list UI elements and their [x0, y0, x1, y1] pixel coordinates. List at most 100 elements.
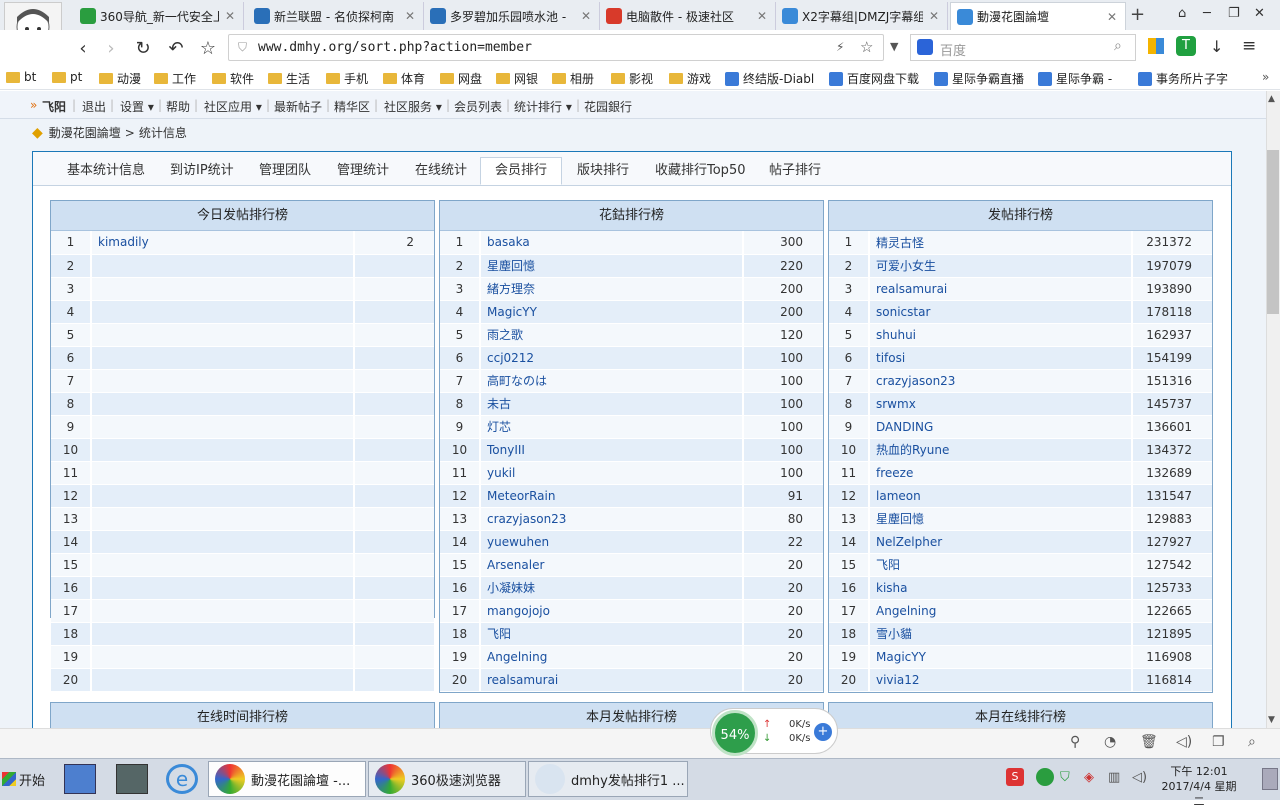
tab-close-icon[interactable]: ✕ — [929, 9, 939, 23]
member-link[interactable] — [91, 461, 355, 485]
new-tab-button[interactable]: + — [1130, 4, 1145, 25]
nav-elite[interactable]: 精华区 — [334, 98, 370, 115]
tab-close-icon[interactable]: ✕ — [1107, 10, 1117, 24]
member-link[interactable]: shuhui — [869, 323, 1133, 347]
bookmark-item[interactable]: 游戏 — [669, 70, 711, 87]
member-link[interactable] — [91, 484, 355, 508]
scroll-down-icon[interactable]: ▼ — [1268, 715, 1275, 725]
bookmark-item[interactable]: 相册 — [552, 70, 594, 87]
add-icon[interactable]: + — [814, 723, 832, 741]
bookmark-item[interactable]: 百度网盘下载 — [829, 70, 919, 87]
taskbar-task[interactable]: 動漫花園論壇 -... — [208, 761, 366, 797]
member-link[interactable] — [91, 507, 355, 531]
bookmark-item[interactable]: 网盘 — [440, 70, 482, 87]
desktop-icon[interactable] — [64, 764, 96, 794]
search-input[interactable]: 百度 — [940, 40, 966, 59]
close-window-button[interactable]: ✕ — [1254, 6, 1265, 21]
trash-icon[interactable]: 🗑 — [1140, 734, 1158, 750]
member-link[interactable]: freeze — [869, 461, 1133, 485]
start-button[interactable]: 开始 — [2, 762, 50, 796]
nav-settings[interactable]: 设置 ▾ — [120, 98, 154, 115]
breadcrumb-forum[interactable]: 動漫花園論壇 — [49, 124, 121, 141]
bookmark-item[interactable]: 影视 — [611, 70, 653, 87]
member-link[interactable]: DANDING — [869, 415, 1133, 439]
member-link[interactable]: kisha — [869, 576, 1133, 600]
member-link[interactable] — [91, 438, 355, 462]
stats-tab[interactable]: 版块排行 — [563, 158, 643, 186]
member-link[interactable]: NelZelpher — [869, 530, 1133, 554]
taskbar-task[interactable]: 360极速浏览器 — [368, 761, 526, 797]
member-link[interactable]: TonyIII — [480, 438, 744, 462]
browser-tab[interactable]: 新兰联盟 - 名侦探柯南 ✕ — [248, 2, 424, 30]
favorite-star-icon[interactable]: ☆ — [197, 38, 219, 59]
member-link[interactable]: 高町なのは — [480, 369, 744, 393]
bookmark-item[interactable]: 终结版-Diabl — [725, 70, 814, 87]
bookmark-item[interactable]: 事务所片子字 — [1138, 70, 1228, 87]
member-link[interactable]: 雨之歌 — [480, 323, 744, 347]
member-link[interactable]: realsamurai — [480, 668, 744, 692]
member-link[interactable]: 可爱小女生 — [869, 254, 1133, 278]
apps-icon[interactable] — [1148, 38, 1164, 54]
scrollbar-thumb[interactable] — [1267, 150, 1279, 314]
bookmark-item[interactable]: 体育 — [383, 70, 425, 87]
memory-percent[interactable]: 54% — [712, 710, 758, 756]
forward-icon[interactable]: › — [100, 38, 122, 59]
member-link[interactable]: 雪小貓 — [869, 622, 1133, 646]
tab-close-icon[interactable]: ✕ — [581, 9, 591, 23]
skin-icon[interactable]: ⌂ — [1178, 6, 1186, 21]
member-link[interactable]: vivia12 — [869, 668, 1133, 692]
member-link[interactable] — [91, 622, 355, 646]
stats-tab[interactable]: 收藏排行Top50 — [641, 158, 759, 186]
download-icon[interactable]: ↓ — [1210, 37, 1223, 56]
member-link[interactable]: 灯芯 — [480, 415, 744, 439]
member-link[interactable]: realsamurai — [869, 277, 1133, 301]
bookmark-item[interactable]: 星际争霸 - — [1038, 70, 1112, 87]
browser-tab[interactable]: 360导航_新一代安全上 ✕ — [74, 2, 244, 30]
nav-member-list[interactable]: 会员列表 — [454, 98, 502, 115]
browser-tab[interactable]: 多罗碧加乐园喷水池 - ✕ — [424, 2, 600, 30]
member-link[interactable]: MagicYY — [869, 645, 1133, 669]
system-clock[interactable]: 下午 12:01 2017/4/4 星期二 — [1160, 764, 1238, 809]
member-link[interactable] — [91, 530, 355, 554]
nav-help[interactable]: 帮助 — [166, 98, 190, 115]
member-link[interactable] — [91, 254, 355, 278]
tray-360-icon[interactable] — [1036, 768, 1054, 786]
tray-shield-icon[interactable]: ⛉ — [1060, 770, 1070, 785]
member-link[interactable]: yukil — [480, 461, 744, 485]
member-link[interactable] — [91, 645, 355, 669]
member-link[interactable]: Arsenaler — [480, 553, 744, 577]
lightning-icon[interactable]: ⚡ — [836, 40, 844, 54]
sound-icon[interactable]: ◁) — [1176, 734, 1192, 750]
back-icon[interactable]: ‹ — [72, 38, 94, 59]
member-link[interactable]: Angelning — [480, 645, 744, 669]
stats-tab[interactable]: 管理统计 — [323, 158, 403, 186]
stats-tab[interactable]: 基本统计信息 — [53, 158, 159, 186]
member-link[interactable]: tifosi — [869, 346, 1133, 370]
nav-bank[interactable]: 花园銀行 — [584, 98, 632, 115]
ime-icon[interactable]: S — [1006, 768, 1024, 786]
nav-stats[interactable]: 统计排行 ▾ — [514, 98, 572, 115]
nav-apps[interactable]: 社区应用 ▾ — [204, 98, 262, 115]
chevron-down-icon[interactable]: ▼ — [890, 40, 898, 53]
member-link[interactable]: 緒方理奈 — [480, 277, 744, 301]
bookmark-item[interactable]: 动漫 — [99, 70, 141, 87]
bookmark-item[interactable]: pt — [52, 70, 82, 84]
member-link[interactable]: 热血的Ryune — [869, 438, 1133, 462]
stats-tab[interactable]: 到访IP统计 — [156, 158, 248, 186]
member-link[interactable] — [91, 553, 355, 577]
member-link[interactable]: MeteorRain — [480, 484, 744, 508]
member-link[interactable]: Angelning — [869, 599, 1133, 623]
member-link[interactable]: 星塵回憶 — [869, 507, 1133, 531]
stats-tab[interactable]: 会员排行 — [480, 157, 563, 185]
bookmark-item[interactable]: 软件 — [212, 70, 254, 87]
member-link[interactable]: crazyjason23 — [869, 369, 1133, 393]
taskbar-task[interactable]: dmhy发帖排行1 ... — [528, 761, 688, 797]
member-link[interactable] — [91, 576, 355, 600]
member-link[interactable] — [91, 392, 355, 416]
member-link[interactable]: ccj0212 — [480, 346, 744, 370]
bookmark-item[interactable]: 生活 — [268, 70, 310, 87]
menu-icon[interactable]: ≡ — [1242, 36, 1256, 56]
ie-icon[interactable]: e — [166, 764, 198, 794]
undo-close-icon[interactable]: ↶ — [165, 38, 187, 59]
security-icon[interactable]: T — [1176, 36, 1196, 56]
